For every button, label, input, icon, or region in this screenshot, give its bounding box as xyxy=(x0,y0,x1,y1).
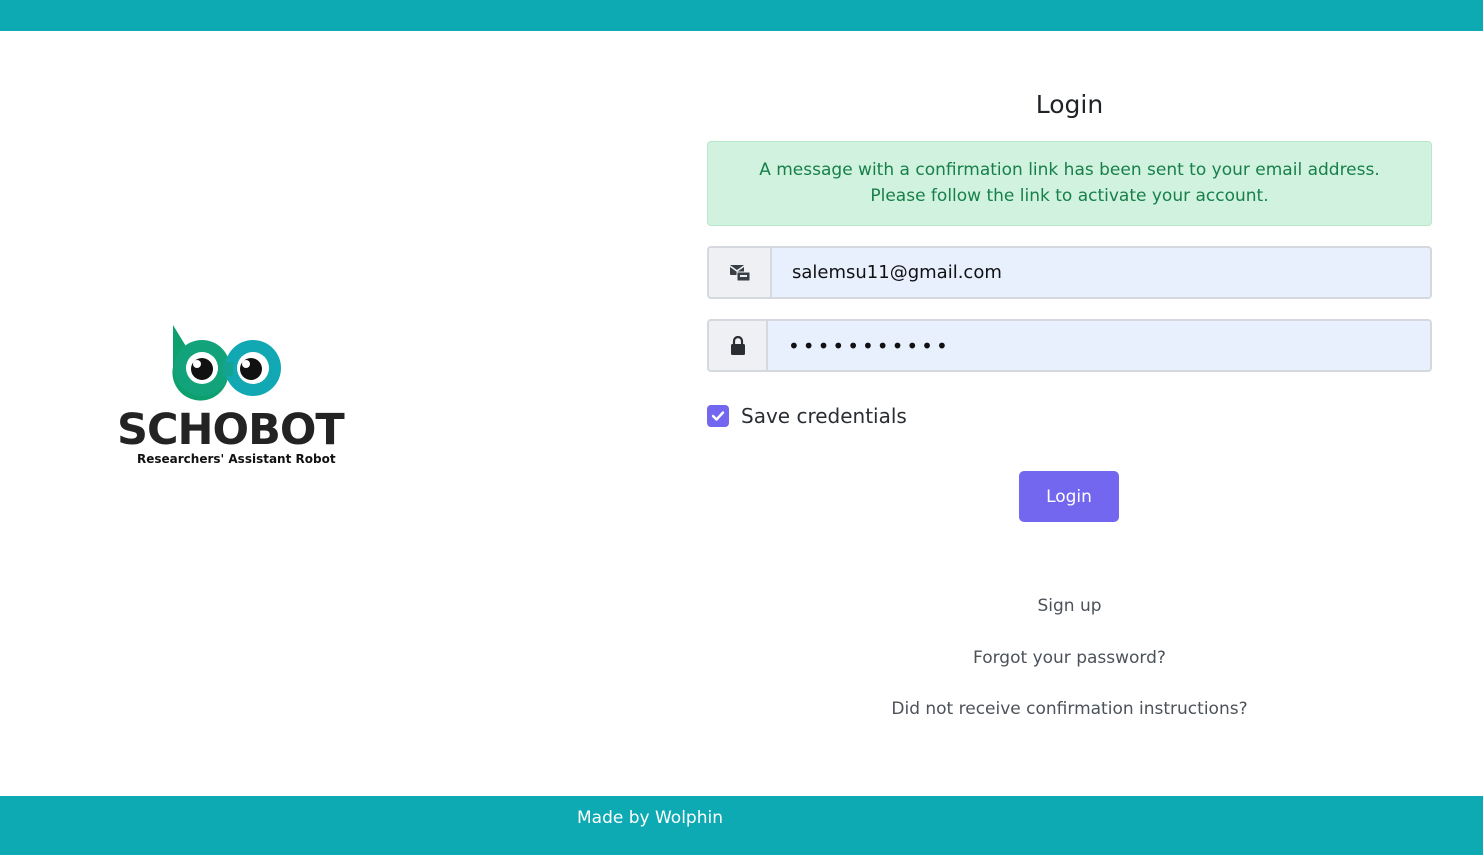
footer xyxy=(0,796,1483,855)
password-input-group xyxy=(707,319,1432,372)
save-credentials-row[interactable]: Save credentials xyxy=(707,404,907,428)
logo-tagline: Researchers' Assistant Robot xyxy=(137,452,336,466)
resend-confirmation-link[interactable]: Did not receive confirmation instruction… xyxy=(707,699,1432,719)
footer-credit: Made by Wolphin xyxy=(577,808,723,828)
lock-icon xyxy=(709,321,768,370)
login-button[interactable]: Login xyxy=(1019,471,1119,522)
envelope-icon xyxy=(709,248,772,297)
save-credentials-checkbox[interactable] xyxy=(707,405,729,427)
email-field[interactable] xyxy=(772,248,1430,297)
forgot-password-link[interactable]: Forgot your password? xyxy=(707,648,1432,668)
save-credentials-label[interactable]: Save credentials xyxy=(741,404,907,428)
logo-wordmark: SCHOBOT xyxy=(117,405,345,455)
email-input-group xyxy=(707,246,1432,299)
check-icon xyxy=(711,411,725,421)
sign-up-link[interactable]: Sign up xyxy=(707,596,1432,616)
confirmation-alert: A message with a confirmation link has b… xyxy=(707,141,1432,226)
password-field[interactable] xyxy=(768,321,1430,370)
top-bar xyxy=(0,0,1483,31)
page-title: Login xyxy=(1035,90,1104,119)
